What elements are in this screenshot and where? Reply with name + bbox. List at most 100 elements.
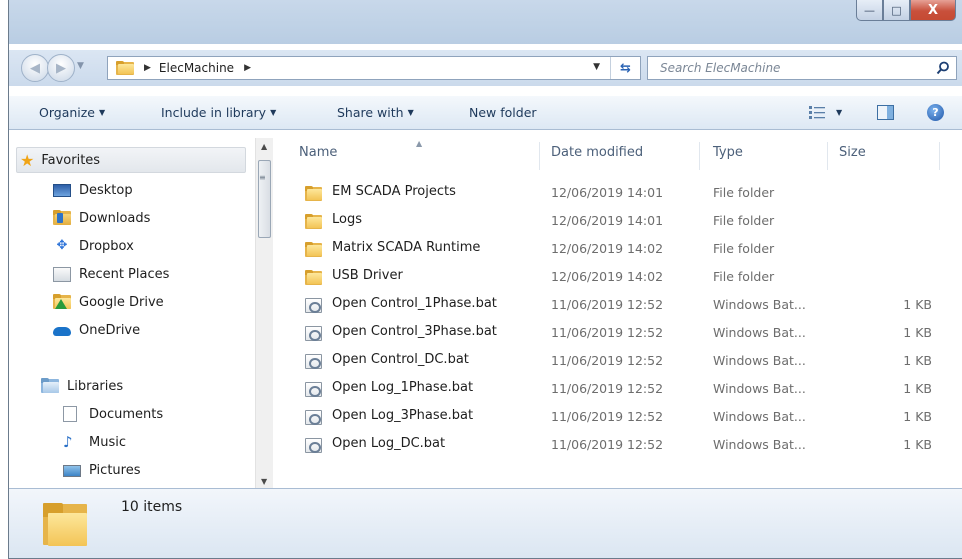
chevron-down-icon: ▼ (407, 108, 414, 117)
libraries-icon (41, 378, 59, 394)
help-button[interactable]: ? (927, 104, 944, 121)
change-view-icon[interactable] (809, 106, 825, 119)
nav-dropbox[interactable]: ✥ Dropbox (53, 234, 134, 258)
caption-buttons: — □ X (856, 0, 956, 22)
command-bar: Organize ▼ Include in library ▼ Share with… (9, 96, 962, 130)
batch-file-icon (305, 410, 322, 425)
table-row[interactable]: EM SCADA Projects 12/06/2019 14:01 File fo… (297, 180, 947, 206)
new-folder-label: New folder (469, 105, 537, 120)
scroll-grip-icon: ≡ (259, 173, 266, 182)
table-row[interactable]: Logs 12/06/2019 14:01 File folder (297, 208, 947, 234)
back-button[interactable]: ◀ (21, 54, 49, 82)
batch-file-icon (305, 438, 322, 453)
refresh-button[interactable]: ⇆ (610, 57, 640, 79)
column-header-name[interactable]: Name (299, 145, 337, 160)
table-row[interactable]: Open Log_3Phase.bat 11/06/2019 12:52 Windo… (297, 404, 947, 430)
arrow-left-icon: ◀ (30, 60, 40, 76)
file-name: Open Log_1Phase.bat (332, 380, 474, 395)
file-date-modified: 11/06/2019 12:52 (551, 325, 664, 340)
nav-desktop[interactable]: Desktop (53, 178, 133, 202)
nav-pictures[interactable]: Pictures (63, 458, 140, 482)
nav-favorites[interactable]: ★ Favorites (16, 147, 246, 173)
column-header-type[interactable]: Type (713, 145, 743, 160)
file-size: 1 KB (903, 437, 932, 452)
file-date-modified: 11/06/2019 12:52 (551, 381, 664, 396)
nav-recent-places[interactable]: Recent Places (53, 262, 169, 286)
maximize-button[interactable]: □ (883, 0, 910, 21)
table-row[interactable]: Open Log_DC.bat 11/06/2019 12:52 Windows B… (297, 432, 947, 458)
address-bar[interactable]: ▶ ElecMachine ▶ ▼ ⇆ (107, 56, 641, 80)
column-header-date[interactable]: Date modified (551, 145, 643, 160)
file-type: Windows Bat... (713, 297, 806, 312)
nav-documents[interactable]: Documents (63, 402, 163, 426)
search-input[interactable]: Search ElecMachine (660, 61, 780, 75)
file-date-modified: 11/06/2019 12:52 (551, 353, 664, 368)
table-row[interactable]: Open Control_3Phase.bat 11/06/2019 12:52 W… (297, 320, 947, 346)
file-name: Open Control_1Phase.bat (332, 296, 497, 311)
chevron-down-icon: ▼ (270, 108, 277, 117)
forward-button[interactable]: ▶ (47, 54, 75, 82)
table-row[interactable]: Open Control_DC.bat 11/06/2019 12:52 Windo… (297, 348, 947, 374)
column-divider[interactable] (539, 142, 540, 170)
recent-pages-dropdown[interactable]: ▼ (77, 61, 84, 71)
include-in-library-label: Include in library (161, 105, 267, 120)
nav-music[interactable]: ♪ Music (63, 430, 126, 454)
nav-google-drive[interactable]: Google Drive (53, 290, 164, 314)
scrollbar-thumb[interactable] (258, 160, 271, 238)
file-name: EM SCADA Projects (332, 184, 456, 199)
file-type: Windows Bat... (713, 353, 806, 368)
file-type: File folder (713, 241, 775, 256)
nav-pane-scrollbar[interactable]: ▲ ≡ ▼ (255, 138, 273, 488)
include-in-library-menu[interactable]: Include in library ▼ (161, 105, 276, 120)
breadcrumb-chevron-icon[interactable]: ▶ (244, 63, 251, 73)
preview-pane-button[interactable] (877, 105, 894, 120)
file-type: Windows Bat... (713, 325, 806, 340)
file-name: Open Control_3Phase.bat (332, 324, 497, 339)
minimize-button[interactable]: — (856, 0, 883, 21)
pictures-icon (63, 465, 81, 477)
folder-icon (305, 214, 322, 229)
nav-libraries[interactable]: Libraries (41, 374, 123, 398)
batch-file-icon (305, 382, 322, 397)
file-name: Open Control_DC.bat (332, 352, 469, 367)
column-divider[interactable] (699, 142, 700, 170)
table-row[interactable]: Open Control_1Phase.bat 11/06/2019 12:52 W… (297, 292, 947, 318)
nav-item-label: Downloads (79, 210, 151, 226)
arrow-right-icon: ▶ (56, 60, 66, 76)
item-count: 10 items (121, 499, 183, 515)
file-size: 1 KB (903, 353, 932, 368)
nav-onedrive[interactable]: OneDrive (53, 318, 140, 342)
nav-item-label: Dropbox (79, 238, 134, 254)
column-divider[interactable] (827, 142, 828, 170)
table-row[interactable]: Open Log_1Phase.bat 11/06/2019 12:52 Windo… (297, 376, 947, 402)
nav-downloads[interactable]: Downloads (53, 206, 150, 230)
share-with-menu[interactable]: Share with ▼ (337, 105, 414, 120)
batch-file-icon (305, 326, 322, 341)
desktop-icon (53, 183, 71, 197)
file-type: File folder (713, 213, 775, 228)
search-icon[interactable] (936, 61, 950, 75)
google-drive-icon (53, 294, 71, 310)
nav-item-label: Pictures (89, 462, 141, 478)
breadcrumb-elecmachine[interactable]: ElecMachine (159, 61, 234, 75)
file-type: File folder (713, 185, 775, 200)
organize-menu[interactable]: Organize ▼ (39, 105, 105, 120)
new-folder-button[interactable]: New folder (469, 105, 537, 120)
breadcrumb-chevron-icon[interactable]: ▶ (144, 63, 151, 73)
scroll-down-icon[interactable]: ▼ (261, 477, 267, 486)
column-divider[interactable] (939, 142, 940, 170)
view-options-dropdown[interactable]: ▼ (836, 108, 842, 117)
search-box[interactable]: Search ElecMachine (647, 56, 957, 80)
star-icon: ★ (20, 150, 35, 170)
file-date-modified: 11/06/2019 12:52 (551, 409, 664, 424)
column-header-size[interactable]: Size (839, 145, 866, 160)
table-row[interactable]: USB Driver 12/06/2019 14:02 File folder (297, 264, 947, 290)
folder-icon (305, 270, 322, 285)
close-button[interactable]: X (910, 0, 956, 21)
scroll-up-icon[interactable]: ▲ (261, 142, 267, 151)
file-list: ▲ Name Date modified Type Size EM SCADA … (279, 138, 962, 488)
desktop-background (0, 0, 8, 559)
address-history-dropdown[interactable]: ▼ (593, 62, 600, 72)
table-row[interactable]: Matrix SCADA Runtime 12/06/2019 14:02 File… (297, 236, 947, 262)
music-icon: ♪ (63, 433, 73, 451)
